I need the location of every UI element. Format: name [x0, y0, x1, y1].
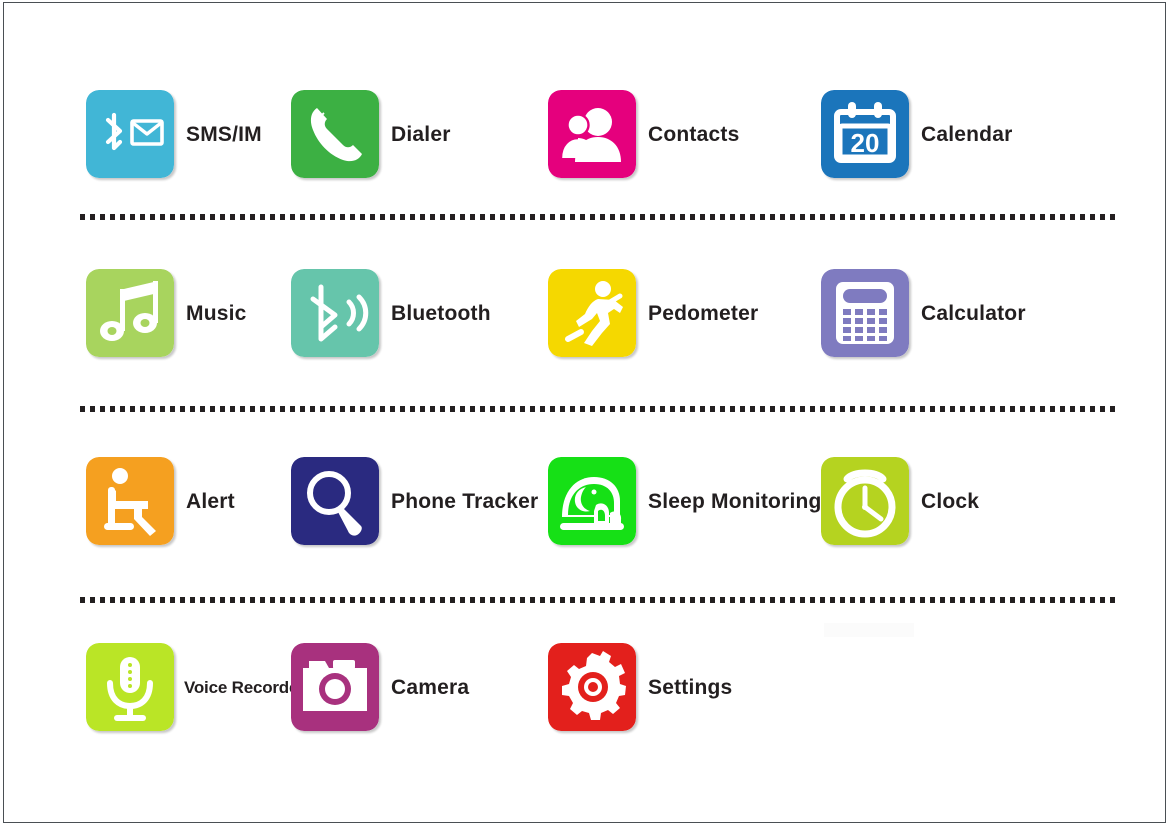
app-item-calendar[interactable]: 20 Calendar — [821, 88, 1012, 180]
calculator-icon[interactable] — [821, 269, 909, 357]
app-item-contacts[interactable]: Contacts — [548, 88, 739, 180]
app-item-sms-im[interactable]: SMS/IM — [86, 88, 262, 180]
app-item-label: Camera — [391, 675, 470, 699]
background-artifact — [824, 623, 914, 637]
calendar-icon[interactable]: 20 — [821, 90, 909, 178]
app-item-label: Phone Tracker — [391, 489, 539, 513]
app-item-label: Pedometer — [648, 301, 759, 325]
bluetooth-icon[interactable] — [291, 269, 379, 357]
sleeping-person-moon-icon[interactable] — [548, 457, 636, 545]
app-menu-page: SMS/IM Dialer Contacts 20 Calendar Music Bluet… — [3, 2, 1166, 823]
seated-person-alert-icon[interactable] — [86, 457, 174, 545]
app-item-music[interactable]: Music — [86, 267, 247, 359]
magnifier-icon[interactable] — [291, 457, 379, 545]
app-item-label: Sleep Monitoring — [648, 489, 822, 513]
app-item-settings[interactable]: Settings — [548, 641, 732, 733]
app-item-label: Bluetooth — [391, 301, 491, 325]
app-item-label: Clock — [921, 489, 980, 513]
running-person-icon[interactable] — [548, 269, 636, 357]
app-item-dialer[interactable]: Dialer — [291, 88, 451, 180]
app-item-phone-tracker[interactable]: Phone Tracker — [291, 455, 538, 547]
phone-handset-icon[interactable] — [291, 90, 379, 178]
app-item-pedometer[interactable]: Pedometer — [548, 267, 758, 359]
app-item-label: Calendar — [921, 122, 1013, 146]
microphone-icon[interactable] — [86, 643, 174, 731]
camera-icon[interactable] — [291, 643, 379, 731]
app-item-label: Settings — [648, 675, 733, 699]
row-separator — [80, 406, 1118, 412]
people-icon[interactable] — [548, 90, 636, 178]
svg-text:20: 20 — [851, 128, 880, 158]
app-item-label: Calculator — [921, 301, 1026, 325]
gear-icon[interactable] — [548, 643, 636, 731]
music-note-icon[interactable] — [86, 269, 174, 357]
app-item-label: Dialer — [391, 122, 451, 146]
app-item-calculator[interactable]: Calculator — [821, 267, 1026, 359]
app-item-camera[interactable]: Camera — [291, 641, 469, 733]
app-icon-grid: SMS/IM Dialer Contacts 20 Calendar Music Bluet… — [4, 3, 1165, 822]
app-item-bluetooth[interactable]: Bluetooth — [291, 267, 491, 359]
app-item-label: Alert — [186, 489, 235, 513]
app-item-voice-recorder[interactable]: Voice Recorder — [86, 641, 305, 733]
app-item-label: Voice Recorder — [184, 677, 305, 697]
bluetooth-message-icon[interactable] — [86, 90, 174, 178]
app-item-label: Music — [186, 301, 247, 325]
app-item-sleep-monitoring[interactable]: Sleep Monitoring — [548, 455, 822, 547]
alarm-clock-icon[interactable] — [821, 457, 909, 545]
app-item-label: Contacts — [648, 122, 740, 146]
row-separator — [80, 214, 1118, 220]
app-item-clock[interactable]: Clock — [821, 455, 979, 547]
app-item-label: SMS/IM — [186, 122, 262, 146]
row-separator — [80, 597, 1118, 603]
app-item-alert[interactable]: Alert — [86, 455, 235, 547]
